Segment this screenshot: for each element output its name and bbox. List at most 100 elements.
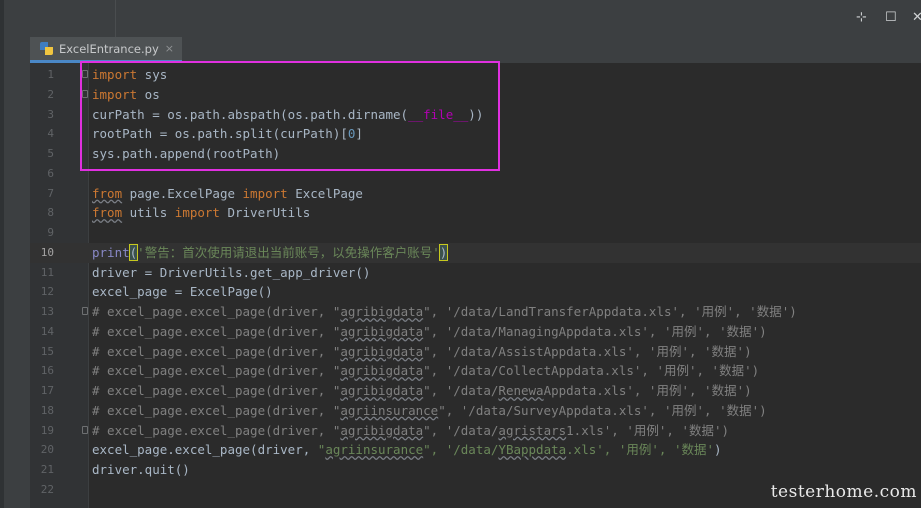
- code-token: ", '/data/: [423, 422, 499, 438]
- code-token: import: [92, 67, 138, 82]
- code-token: 1.xls', '用例', '数据'): [566, 422, 730, 438]
- code-token: agribigdata: [340, 363, 424, 379]
- code-text: excel_page = ExcelPage(): [92, 282, 273, 302]
- code-token: agribigdata: [340, 323, 424, 339]
- code-token: agriinsurance: [325, 442, 424, 458]
- code-text: # excel_page.excel_page(driver, "agribig…: [92, 342, 752, 362]
- window-title-bar: [0, 0, 921, 37]
- code-line[interactable]: 14 # excel_page.excel_page(driver, "agrib…: [30, 322, 921, 342]
- code-token: ExcelPage: [287, 185, 363, 201]
- code-token: agribigdata: [340, 343, 424, 359]
- code-line[interactable]: 11 driver = DriverUtils.get_app_driver(): [30, 263, 921, 283]
- line-number: 5: [47, 147, 54, 160]
- tab-label: ExcelEntrance.py: [59, 41, 159, 56]
- code-text: # excel_page.excel_page(driver, "agriins…: [92, 401, 767, 421]
- line-number: 22: [40, 482, 54, 496]
- code-line[interactable]: 6: [30, 164, 921, 184]
- code-text: # excel_page.excel_page(driver, "agribig…: [92, 302, 797, 322]
- code-token: ): [438, 243, 449, 261]
- code-text: from page.ExcelPage import ExcelPage: [92, 184, 363, 204]
- code-token: agribigdata: [340, 383, 424, 398]
- line-number: 10: [40, 245, 54, 259]
- code-line[interactable]: 21 driver.quit(): [30, 460, 921, 480]
- code-token: DriverUtils: [219, 205, 311, 221]
- fold-marker-icon[interactable]: [82, 425, 88, 434]
- watermark: testerhome.com: [770, 482, 917, 502]
- code-token: excel_page.excel_page(driver,: [92, 442, 318, 458]
- code-text: excel_page.excel_page(driver, "agriinsur…: [92, 440, 722, 460]
- code-token: os: [137, 86, 160, 102]
- line-number: 18: [40, 403, 54, 417]
- maximize-icon[interactable]: ☐: [885, 10, 897, 26]
- line-number: 16: [40, 364, 54, 378]
- code-token: # excel_page.excel_page(driver, ": [92, 323, 341, 339]
- code-line[interactable]: 20 excel_page.excel_page(driver, "agriins…: [30, 440, 921, 460]
- code-line[interactable]: 2 import os: [30, 85, 921, 105]
- line-number: 14: [40, 324, 54, 338]
- code-token: ", '/data/SurveyAppdata.xls', '用例', '数据'…: [438, 402, 767, 418]
- line-number: 17: [40, 384, 54, 397]
- code-token: import: [174, 205, 220, 221]
- code-token: # excel_page.excel_page(driver, ": [92, 363, 341, 379]
- tab-excel-entrance[interactable]: ExcelEntrance.py ×: [30, 37, 182, 63]
- code-line[interactable]: 16 # excel_page.excel_page(driver, "agrib…: [30, 361, 921, 381]
- code-token: import: [92, 86, 138, 102]
- tab-close-icon[interactable]: ×: [165, 42, 174, 55]
- code-token: '警告：首次使用请退出当前账号，以免操作客户账号': [137, 244, 440, 260]
- code-line[interactable]: 7 from page.ExcelPage import ExcelPage: [30, 184, 921, 204]
- line-number: 12: [40, 285, 54, 299]
- code-token: sys: [137, 67, 168, 82]
- code-line[interactable]: 12 excel_page = ExcelPage(): [30, 282, 921, 302]
- code-line[interactable]: 1 import sys: [30, 65, 921, 85]
- code-line[interactable]: 15 # excel_page.excel_page(driver, "agrib…: [30, 342, 921, 362]
- code-token: ", '/data/LandTransferAppdata.xls', '用例'…: [423, 304, 797, 319]
- code-token: rootPath = os.path.split(curPath)[: [92, 126, 348, 142]
- line-number: 7: [47, 186, 54, 200]
- code-token: Renewa: [498, 383, 544, 398]
- code-line[interactable]: 8 from utils import DriverUtils: [30, 203, 921, 223]
- code-token: ", '/data/: [423, 383, 499, 398]
- code-line[interactable]: 3 curPath = os.path.abspath(os.path.dirna…: [30, 105, 921, 125]
- python-file-icon: [40, 41, 54, 56]
- code-token: YBappdata: [498, 442, 567, 458]
- code-line[interactable]: 17 # excel_page.excel_page(driver, "agrib…: [30, 381, 921, 401]
- line-number: 15: [40, 344, 54, 358]
- close-window-icon[interactable]: ✕: [912, 10, 921, 26]
- fold-marker-icon[interactable]: [82, 70, 88, 78]
- code-line[interactable]: 9: [30, 223, 921, 243]
- code-token: # excel_page.excel_page(driver, ": [92, 383, 341, 398]
- code-token: ]: [355, 126, 363, 142]
- line-number: 4: [47, 127, 54, 141]
- panel-divider: [115, 0, 116, 37]
- code-line[interactable]: 13 # excel_page.excel_page(driver, "agrib…: [30, 302, 921, 322]
- line-number: 9: [47, 226, 54, 239]
- code-token: excel_page = ExcelPage(): [92, 284, 273, 300]
- left-tool-strip: [0, 0, 4, 508]
- fold-marker-icon[interactable]: [82, 89, 88, 98]
- code-token: agriinsurance: [340, 402, 439, 418]
- code-token: agristars: [498, 422, 567, 438]
- code-token: print: [92, 244, 130, 260]
- code-line[interactable]: 5 sys.path.append(rootPath): [30, 144, 921, 164]
- code-line[interactable]: 19 # excel_page.excel_page(driver, "agrib…: [30, 421, 921, 441]
- code-token: agribigdata: [340, 304, 424, 319]
- code-line[interactable]: 10 print('警告：首次使用请退出当前账号，以免操作客户账号'): [30, 242, 921, 263]
- code-line[interactable]: 4 rootPath = os.path.split(curPath)[0]: [30, 124, 921, 144]
- code-text: print('警告：首次使用请退出当前账号，以免操作客户账号'): [92, 243, 449, 263]
- code-token: ", '/data/AssistAppdata.xls', '用例', '数据'…: [423, 343, 752, 359]
- code-token: from: [92, 185, 123, 201]
- code-token: from: [92, 205, 123, 221]
- code-text: # excel_page.excel_page(driver, "agribig…: [92, 361, 759, 381]
- pin-icon[interactable]: ⊹: [856, 10, 867, 26]
- code-token: sys.path.append(rootPath): [92, 146, 281, 161]
- code-text: curPath = os.path.abspath(os.path.dirnam…: [92, 105, 483, 125]
- code-line[interactable]: 18 # excel_page.excel_page(driver, "agrii…: [30, 401, 921, 421]
- code-editor[interactable]: 1 import sys 2 import os 3 curPath = os.path.…: [30, 63, 921, 508]
- line-number: 2: [47, 87, 54, 101]
- fold-marker-icon[interactable]: [82, 307, 88, 315]
- line-number: 3: [47, 107, 54, 121]
- line-number: 20: [40, 443, 54, 457]
- code-token: Appdata.xls', '用例', '数据'): [543, 383, 752, 398]
- code-token: agribigdata: [340, 422, 424, 438]
- code-token: import: [242, 185, 288, 201]
